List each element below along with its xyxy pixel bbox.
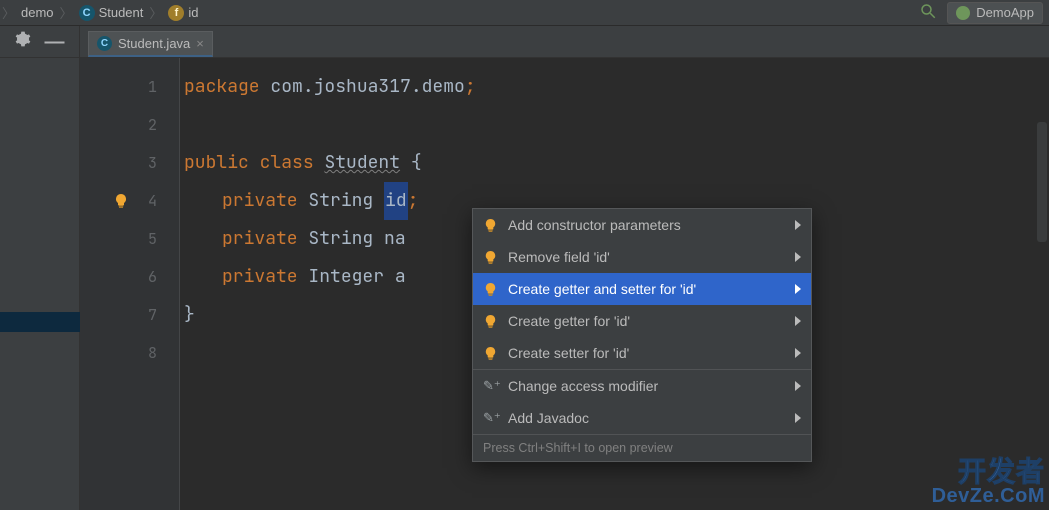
intention-popup: Add constructor parameters Remove field … (472, 208, 812, 462)
submenu-arrow-icon (795, 381, 801, 391)
line-number: 1 (80, 68, 179, 106)
vertical-scrollbar[interactable] (1037, 122, 1047, 242)
intention-create-getter-setter[interactable]: Create getter and setter for 'id' (473, 273, 811, 305)
popup-hint: Press Ctrl+Shift+I to open preview (473, 434, 811, 461)
submenu-arrow-icon (795, 220, 801, 230)
breadcrumb-sep: 〉 (60, 3, 73, 22)
gutter: 1 2 3 4 5 6 7 8 (80, 58, 180, 510)
bulb-icon (483, 346, 498, 361)
submenu-arrow-icon (795, 252, 801, 262)
close-icon[interactable]: × (196, 36, 204, 51)
breadcrumb-item-demo[interactable]: demo (21, 5, 54, 20)
wand-icon: ✎⁺ (483, 410, 498, 426)
toolbar-right: DemoApp (919, 2, 1043, 24)
package-path: com.joshua317.demo (270, 68, 464, 106)
tab-bar: — C Student.java × (0, 26, 1049, 58)
submenu-arrow-icon (795, 413, 801, 423)
intention-bulb-icon[interactable] (113, 193, 129, 209)
gear-icon[interactable] (15, 31, 31, 52)
intention-create-setter[interactable]: Create setter for 'id' (473, 337, 811, 369)
bulb-icon (483, 250, 498, 265)
bulb-icon (483, 282, 498, 297)
project-tool-strip[interactable] (0, 58, 80, 510)
line-number: 2 (80, 106, 179, 144)
line-number: 6 (80, 258, 179, 296)
breadcrumb-bar: 〉 demo 〉 C Student 〉 f id DemoApp (0, 0, 1049, 26)
keyword-class: class (260, 144, 314, 182)
breadcrumb-sep: 〉 (149, 3, 162, 22)
intention-create-getter[interactable]: Create getter for 'id' (473, 305, 811, 337)
keyword-private: private (222, 220, 298, 258)
intention-add-javadoc[interactable]: ✎⁺ Add Javadoc (473, 402, 811, 434)
bulb-icon (483, 218, 498, 233)
intention-add-constructor-params[interactable]: Add constructor parameters (473, 209, 811, 241)
project-tree-selection (0, 312, 80, 332)
keyword-package: package (184, 68, 260, 106)
keyword-private: private (222, 258, 298, 296)
breadcrumb-item-id[interactable]: f id (168, 5, 198, 21)
class-icon: C (97, 36, 112, 51)
breadcrumb: 〉 demo 〉 C Student 〉 f id (0, 3, 199, 22)
line-number: 4 (80, 182, 179, 220)
class-name: Student (324, 144, 400, 182)
line-number: 3 (80, 144, 179, 182)
breadcrumb-sep: 〉 (2, 3, 15, 22)
collapse-icon[interactable]: — (45, 32, 65, 52)
intention-remove-field[interactable]: Remove field 'id' (473, 241, 811, 273)
run-config-selector[interactable]: DemoApp (947, 2, 1043, 24)
tab-student-java[interactable]: C Student.java × (88, 31, 213, 57)
bulb-icon (483, 314, 498, 329)
line-number: 8 (80, 334, 179, 372)
search-icon[interactable] (919, 2, 937, 23)
submenu-arrow-icon (795, 316, 801, 326)
wand-icon: ✎⁺ (483, 378, 498, 394)
line-number: 5 (80, 220, 179, 258)
line-number: 7 (80, 296, 179, 334)
intention-change-access[interactable]: ✎⁺ Change access modifier (473, 370, 811, 402)
class-icon: C (79, 5, 95, 21)
app-icon (956, 6, 970, 20)
field-icon: f (168, 5, 184, 21)
keyword-public: public (184, 144, 249, 182)
keyword-private: private (222, 182, 298, 220)
field-age: a (395, 258, 406, 296)
submenu-arrow-icon (795, 348, 801, 358)
field-name: na (384, 220, 406, 258)
project-tool-controls: — (0, 26, 80, 57)
submenu-arrow-icon (795, 284, 801, 294)
field-id: id (384, 182, 408, 220)
breadcrumb-item-student[interactable]: C Student (79, 5, 144, 21)
